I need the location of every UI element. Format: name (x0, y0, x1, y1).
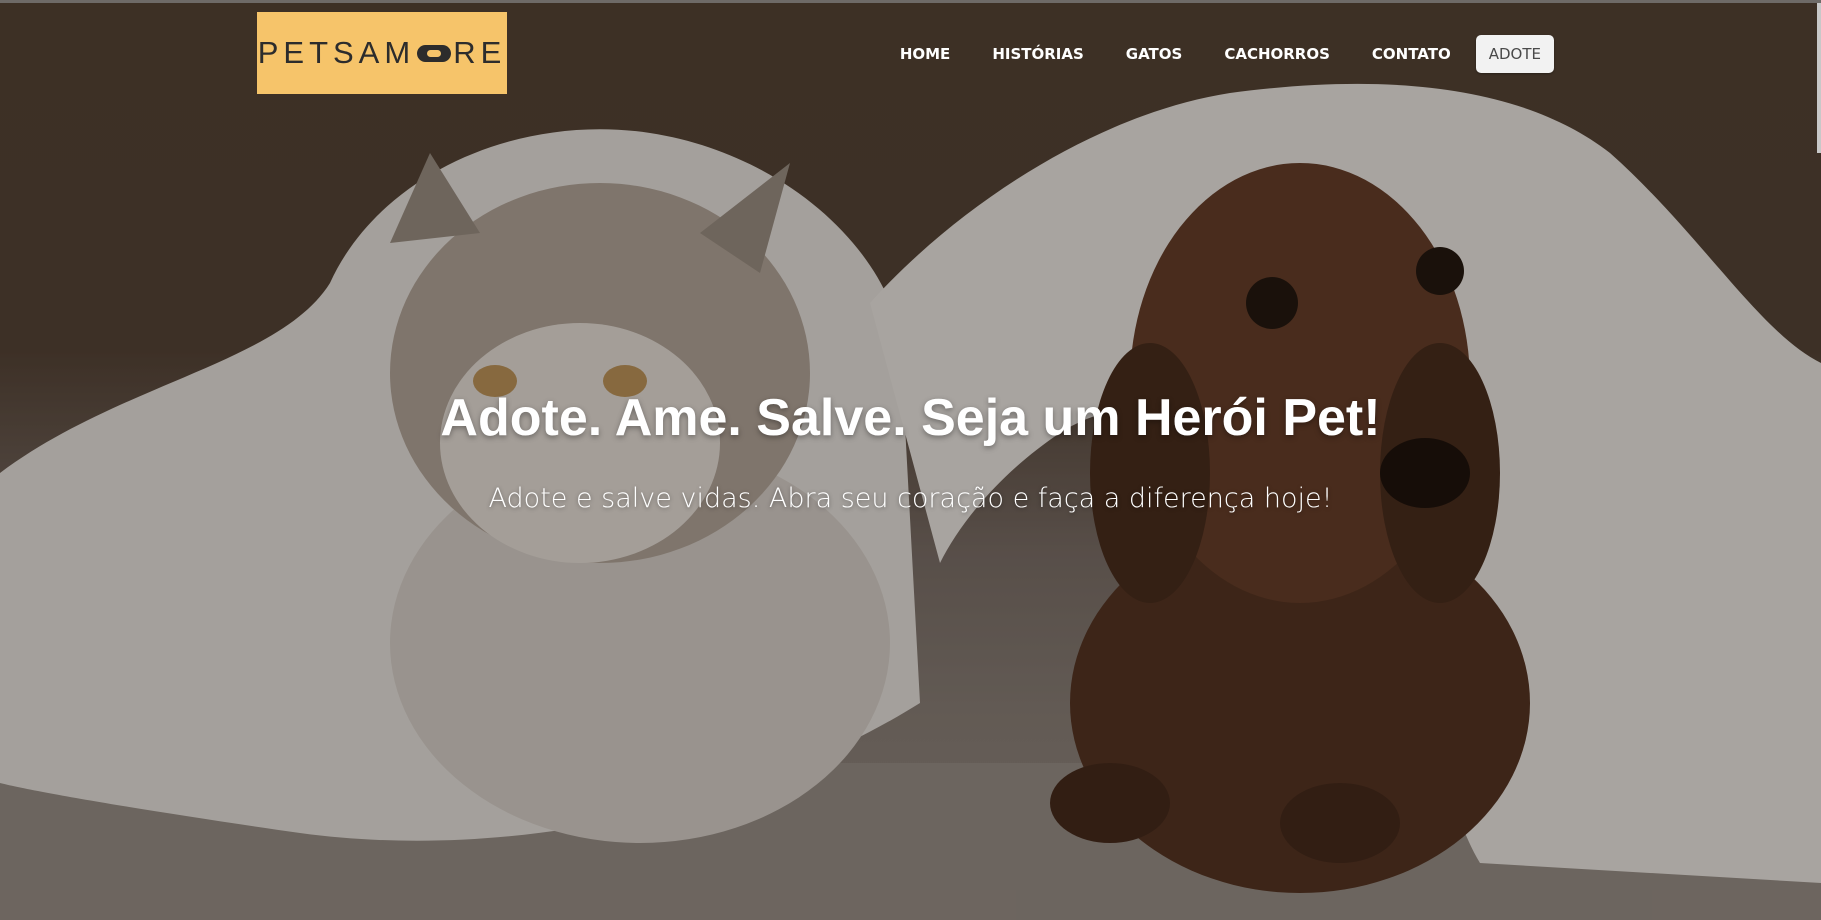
top-navbar: PETSAM RE HOME HISTÓRIAS GATOS CACHORROS … (0, 3, 1821, 103)
nav-link-historias[interactable]: HISTÓRIAS (971, 35, 1104, 73)
logo-text-left: PETSAM (257, 35, 416, 70)
hero-overlay (0, 3, 1821, 920)
hero-title: Adote. Ame. Salve. Seja um Herói Pet! (440, 389, 1381, 447)
hero-section (0, 3, 1821, 920)
nav-link-cachorros[interactable]: CACHORROS (1203, 35, 1351, 73)
main-nav: HOME HISTÓRIAS GATOS CACHORROS CONTATO A… (879, 35, 1554, 73)
hero-subtitle: Adote e salve vidas. Abra seu coração e … (488, 483, 1333, 514)
logo-text-right: RE (453, 35, 507, 70)
collar-icon (417, 44, 452, 62)
adote-button[interactable]: ADOTE (1475, 35, 1554, 73)
nav-link-contato[interactable]: CONTATO (1351, 35, 1472, 73)
nav-link-gatos[interactable]: GATOS (1105, 35, 1204, 73)
brand-logo[interactable]: PETSAM RE (257, 12, 507, 94)
nav-link-home[interactable]: HOME (879, 35, 971, 73)
